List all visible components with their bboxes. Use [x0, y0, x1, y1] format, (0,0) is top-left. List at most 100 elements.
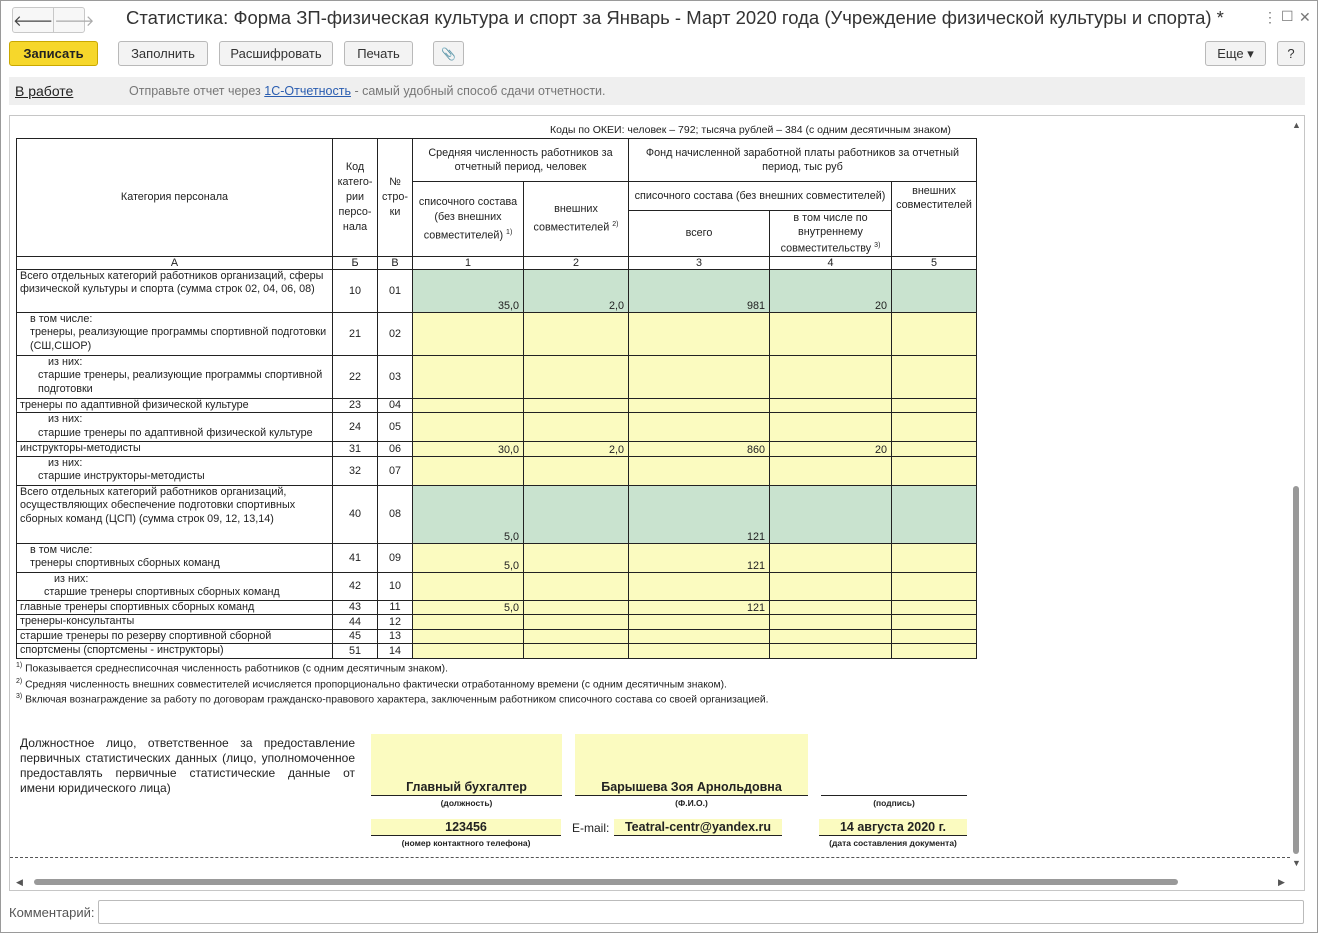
cell-col-5[interactable]: [891, 268, 977, 313]
close-icon[interactable]: ✕: [1299, 9, 1311, 26]
phone-field[interactable]: 123456: [371, 819, 561, 835]
cell-col-1[interactable]: [412, 412, 524, 443]
cell-col-2[interactable]: [523, 484, 629, 544]
cell-col-5[interactable]: [891, 412, 977, 443]
row-category-line: старшие тренеры по адаптивной физической…: [38, 426, 313, 439]
attach-button[interactable]: 📎: [433, 41, 464, 66]
cell-col-2[interactable]: [523, 599, 629, 616]
cell-col-4[interactable]: [769, 397, 892, 414]
cell-col-3[interactable]: 981: [628, 268, 770, 313]
cell-col-2[interactable]: [523, 614, 629, 630]
position-field[interactable]: Главный бухгалтер: [371, 734, 562, 795]
cell-col-2[interactable]: [523, 542, 629, 573]
cell-col-5[interactable]: [891, 354, 977, 399]
horizontal-scrollbar[interactable]: ◀ ▶: [10, 874, 1304, 890]
cell-col-4[interactable]: [769, 354, 892, 399]
cell-col-1[interactable]: [412, 614, 524, 630]
cell-col-5[interactable]: [891, 441, 977, 457]
save-button[interactable]: Записать: [9, 41, 98, 66]
cell-col-4[interactable]: 20: [769, 268, 892, 313]
cell-col-1[interactable]: 5,0: [412, 599, 524, 616]
fill-button[interactable]: Заполнить: [118, 41, 208, 66]
cell-col-2[interactable]: 2,0: [523, 268, 629, 313]
cell-col-2[interactable]: [523, 311, 629, 356]
cell-col-3[interactable]: [628, 628, 770, 645]
cell-col-5[interactable]: [891, 599, 977, 616]
cell-col-3[interactable]: [628, 571, 770, 601]
cell-col-2[interactable]: [523, 412, 629, 443]
scroll-down-icon[interactable]: ▼: [1292, 858, 1301, 868]
cell-col-3[interactable]: [628, 455, 770, 486]
cell-col-1[interactable]: 35,0: [412, 268, 524, 313]
cell-col-5[interactable]: [891, 628, 977, 645]
cell-col-1[interactable]: 5,0: [412, 542, 524, 573]
cell-col-3[interactable]: [628, 311, 770, 356]
cell-col-5[interactable]: [891, 397, 977, 414]
scroll-up-icon[interactable]: ▲: [1292, 120, 1301, 130]
cell-col-5[interactable]: [891, 484, 977, 544]
print-button[interactable]: Печать: [344, 41, 413, 66]
cell-col-2[interactable]: [523, 571, 629, 601]
vertical-scroll-thumb[interactable]: [1293, 486, 1299, 854]
help-button[interactable]: ?: [1277, 41, 1305, 66]
cell-col-4[interactable]: [769, 628, 892, 645]
cell-col-3[interactable]: 121: [628, 484, 770, 544]
full-name-field[interactable]: Барышева Зоя Арнольдовна: [575, 734, 808, 795]
reporting-service-link[interactable]: 1С-Отчетность: [264, 84, 351, 98]
scroll-left-icon[interactable]: ◀: [16, 877, 23, 888]
cell-col-4[interactable]: [769, 484, 892, 544]
cell-col-1[interactable]: [412, 628, 524, 645]
cell-col-5[interactable]: [891, 571, 977, 601]
back-arrow-icon[interactable]: 🡐: [13, 8, 53, 32]
maximize-icon[interactable]: ☐: [1281, 8, 1294, 25]
cell-col-5[interactable]: [891, 614, 977, 630]
cell-col-1[interactable]: [412, 397, 524, 414]
more-menu-icon[interactable]: ⋮: [1263, 9, 1277, 26]
cell-col-5[interactable]: [891, 643, 977, 659]
date-field[interactable]: 14 августа 2020 г.: [819, 819, 967, 835]
cell-col-3[interactable]: [628, 354, 770, 399]
cell-col-1[interactable]: [412, 311, 524, 356]
row-code: 51: [332, 643, 378, 659]
cell-col-2[interactable]: [523, 455, 629, 486]
cell-col-1[interactable]: [412, 571, 524, 601]
cell-col-3[interactable]: [628, 643, 770, 659]
cell-col-5[interactable]: [891, 542, 977, 573]
cell-col-5[interactable]: [891, 311, 977, 356]
cell-col-4[interactable]: [769, 643, 892, 659]
cell-col-4[interactable]: [769, 542, 892, 573]
cell-col-2[interactable]: [523, 397, 629, 414]
cell-col-2[interactable]: [523, 628, 629, 645]
cell-col-3[interactable]: [628, 614, 770, 630]
cell-col-1[interactable]: 30,0: [412, 441, 524, 457]
cell-col-3[interactable]: [628, 397, 770, 414]
cell-col-5[interactable]: [891, 455, 977, 486]
email-field[interactable]: Teatral-centr@yandex.ru: [614, 819, 782, 835]
cell-col-1[interactable]: [412, 643, 524, 659]
comment-input[interactable]: [98, 900, 1304, 924]
cell-col-1[interactable]: [412, 354, 524, 399]
status-link[interactable]: В работе: [15, 83, 73, 99]
cell-col-4[interactable]: [769, 599, 892, 616]
vertical-scrollbar[interactable]: ▲ ▼: [1288, 116, 1304, 876]
decode-button[interactable]: Расшифровать: [219, 41, 333, 66]
scroll-right-icon[interactable]: ▶: [1278, 877, 1285, 888]
cell-col-3[interactable]: 860: [628, 441, 770, 457]
cell-col-1[interactable]: 5,0: [412, 484, 524, 544]
cell-col-4[interactable]: 20: [769, 441, 892, 457]
cell-col-3[interactable]: 121: [628, 542, 770, 573]
cell-col-2[interactable]: 2,0: [523, 441, 629, 457]
cell-col-4[interactable]: [769, 571, 892, 601]
more-button[interactable]: Еще ▾: [1205, 41, 1266, 66]
cell-col-2[interactable]: [523, 354, 629, 399]
horizontal-scroll-thumb[interactable]: [34, 879, 1178, 885]
cell-col-3[interactable]: [628, 412, 770, 443]
cell-col-4[interactable]: [769, 455, 892, 486]
cell-col-4[interactable]: [769, 311, 892, 356]
forward-arrow-icon[interactable]: 🡒: [53, 8, 94, 32]
cell-col-4[interactable]: [769, 412, 892, 443]
cell-col-2[interactable]: [523, 643, 629, 659]
cell-col-4[interactable]: [769, 614, 892, 630]
cell-col-1[interactable]: [412, 455, 524, 486]
cell-col-3[interactable]: 121: [628, 599, 770, 616]
